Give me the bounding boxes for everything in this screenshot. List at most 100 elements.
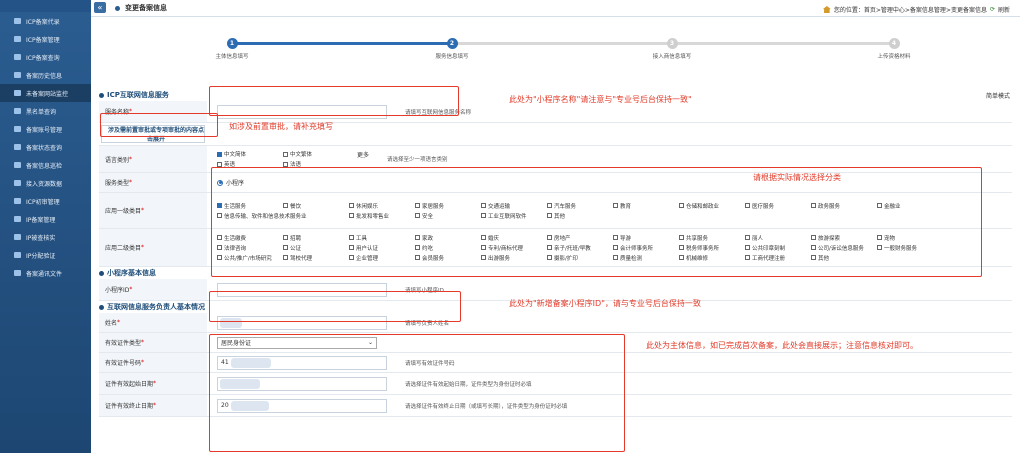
category-checkbox[interactable]: 批发和零售业 bbox=[349, 212, 415, 220]
category-checkbox[interactable]: 公共印章刻制 bbox=[745, 244, 811, 252]
category-checkbox[interactable]: 一般财务服务 bbox=[877, 244, 943, 252]
sidebar-item[interactable]: 黑名单查询 bbox=[0, 102, 91, 120]
row-category1: 应用一级类目 * 生活服务 餐饮 休闲娱乐 家居服务 交通运输 汽车服务 教育 仓储和邮政业 医疗… bbox=[99, 193, 1012, 229]
category-checkbox[interactable]: 餐饮 bbox=[283, 202, 349, 210]
category-checkbox[interactable]: 会员服务 bbox=[415, 254, 481, 262]
category-checkbox[interactable]: 家政 bbox=[415, 234, 481, 242]
sidebar-item[interactable]: IP被查核实 bbox=[0, 228, 91, 246]
sidebar-item[interactable]: ICP备案查询 bbox=[0, 48, 91, 66]
sidebar-item[interactable]: IP备案管理 bbox=[0, 210, 91, 228]
sidebar-item[interactable]: ICP初审管理 bbox=[0, 192, 91, 210]
service-name-input[interactable] bbox=[217, 104, 387, 119]
progress-steps: 1 主体信息填写 2 服务信息填写 3 接入商信息填写 4 上传资格材料 bbox=[99, 17, 1012, 61]
category-checkbox[interactable]: 信息传输、软件和信息技术服务业 bbox=[217, 212, 349, 220]
category-checkbox[interactable]: 仓储和邮政业 bbox=[679, 202, 745, 210]
sidebar-item-label: 备案信息巡检 bbox=[26, 162, 63, 170]
category-checkbox[interactable]: 家居服务 bbox=[415, 202, 481, 210]
sidebar-item[interactable]: ICP备案代录 bbox=[0, 12, 91, 30]
category-checkbox[interactable]: 工具 bbox=[349, 234, 415, 242]
category-checkbox[interactable]: 用户认证 bbox=[349, 244, 415, 252]
service-type-radio[interactable]: 小程序 bbox=[217, 178, 244, 187]
category-checkbox[interactable]: 公证 bbox=[283, 244, 349, 252]
category2-options: 生活缴费 招聘 工具 家政 婚庆 房地产 导游 共享服务 丽人 旅游探索 宠物法律咨询 公证 用户认证约… bbox=[217, 232, 943, 264]
sidebar-item[interactable]: 接入资源数据 bbox=[0, 174, 91, 192]
sidebar-item-label: 未备案网站监控 bbox=[26, 90, 69, 98]
mini-id-input[interactable] bbox=[217, 282, 387, 297]
category-checkbox[interactable]: 导游 bbox=[613, 234, 679, 242]
category-checkbox[interactable]: 丽人 bbox=[745, 234, 811, 242]
category-checkbox[interactable]: 政务服务 bbox=[811, 202, 877, 210]
language-checkbox[interactable]: 英语 bbox=[217, 160, 283, 168]
category-checkbox[interactable]: 宠物 bbox=[877, 234, 943, 242]
sidebar-item[interactable]: 备案状态查询 bbox=[0, 138, 91, 156]
id-end-input[interactable]: 20 bbox=[217, 398, 387, 413]
id-type-select[interactable]: 居民身份证 ⌄ bbox=[217, 336, 377, 349]
sidebar-item[interactable]: 备案账号管理 bbox=[0, 120, 91, 138]
sidebar-item-label: IP备案管理 bbox=[26, 216, 56, 224]
menu-item-icon bbox=[14, 144, 21, 150]
language-checkbox[interactable]: 中文繁体 bbox=[283, 150, 349, 158]
preapproval-expand-button[interactable]: 涉及需前置审批或专项审批的内容点击展开 bbox=[101, 125, 205, 143]
category-checkbox[interactable]: 工业互联网软件 bbox=[481, 212, 547, 220]
step-number: 1 bbox=[226, 38, 238, 49]
category-checkbox[interactable]: 公司/诉讼信息服务 bbox=[811, 244, 877, 252]
category-checkbox[interactable]: 驾校代理 bbox=[283, 254, 349, 262]
category-checkbox[interactable]: 教育 bbox=[613, 202, 679, 210]
category-checkbox[interactable]: 专利/商标代理 bbox=[481, 244, 547, 252]
sidebar-item[interactable]: 备案历史信息 bbox=[0, 66, 91, 84]
category-checkbox[interactable]: 共享服务 bbox=[679, 234, 745, 242]
redacted-value bbox=[230, 357, 271, 368]
category-checkbox[interactable]: 摄影/扩印 bbox=[547, 254, 613, 262]
category-checkbox[interactable]: 旅游探索 bbox=[811, 234, 877, 242]
category-checkbox[interactable]: 安全 bbox=[415, 212, 481, 220]
category-checkbox[interactable]: 生活缴费 bbox=[217, 234, 283, 242]
refresh-link[interactable]: 刷新 bbox=[998, 5, 1010, 14]
id-number-input[interactable]: 41 bbox=[217, 355, 387, 370]
category-checkbox[interactable]: 工商代理注册 bbox=[745, 254, 811, 262]
category-checkbox[interactable]: 会计师事务所 bbox=[613, 244, 679, 252]
category-checkbox[interactable]: 交通运输 bbox=[481, 202, 547, 210]
sidebar-item[interactable]: IP分配验证 bbox=[0, 246, 91, 264]
category-checkbox[interactable]: 出游服务 bbox=[481, 254, 547, 262]
category-checkbox[interactable]: 其他 bbox=[547, 212, 613, 220]
sidebar-item[interactable]: ICP备案管理 bbox=[0, 30, 91, 48]
category-checkbox[interactable]: 质量检测 bbox=[613, 254, 679, 262]
step-label: 服务信息填写 bbox=[435, 54, 469, 60]
collapse-sidebar-icon[interactable]: « bbox=[94, 2, 106, 13]
category-checkbox[interactable]: 税务师事务所 bbox=[679, 244, 745, 252]
language-checkbox[interactable]: 法语 bbox=[283, 160, 349, 168]
annotation-mini-id: 此处为"新增备案小程序ID"，请与专业号后台保持一致 bbox=[509, 299, 701, 308]
refresh-icon[interactable]: ⟳ bbox=[990, 6, 995, 13]
category-checkbox[interactable]: 约吃 bbox=[415, 244, 481, 252]
sidebar-item[interactable]: 未备案网站监控 bbox=[0, 84, 91, 102]
category-checkbox[interactable]: 汽车服务 bbox=[547, 202, 613, 210]
sidebar-item-label: 接入资源数据 bbox=[26, 180, 63, 188]
name-input[interactable] bbox=[217, 315, 387, 330]
language-more-link[interactable]: 更多 bbox=[357, 150, 369, 159]
category-checkbox[interactable]: 金融业 bbox=[877, 202, 943, 210]
category-checkbox[interactable]: 招聘 bbox=[283, 234, 349, 242]
redacted-value bbox=[220, 317, 242, 328]
language-checkbox[interactable]: 中文简体 bbox=[217, 150, 283, 158]
category-checkbox[interactable]: 企业管理 bbox=[349, 254, 415, 262]
category-checkbox[interactable]: 休闲娱乐 bbox=[349, 202, 415, 210]
category-checkbox[interactable]: 法律咨询 bbox=[217, 244, 283, 252]
service-name-hint: 请填写互联网信息服务名称 bbox=[405, 109, 472, 116]
category-checkbox[interactable]: 机械维修 bbox=[679, 254, 745, 262]
sidebar-item-label: ICP备案代录 bbox=[26, 18, 60, 26]
category-checkbox[interactable]: 其他 bbox=[811, 254, 877, 262]
category-checkbox[interactable]: 生活服务 bbox=[217, 202, 283, 210]
sidebar-item[interactable]: 备案通讯文件 bbox=[0, 264, 91, 282]
id-start-input[interactable] bbox=[217, 376, 387, 391]
section-title-mini: 小程序基本信息 bbox=[99, 267, 1012, 279]
simple-mode-link[interactable]: 简单模式 bbox=[986, 91, 1010, 100]
menu-item-icon bbox=[14, 108, 21, 114]
category-checkbox[interactable]: 婚庆 bbox=[481, 234, 547, 242]
home-icon bbox=[822, 6, 831, 13]
sidebar-item[interactable]: 备案信息巡检 bbox=[0, 156, 91, 174]
category-checkbox[interactable]: 公共/推广/市场研究 bbox=[217, 254, 283, 262]
category-checkbox[interactable]: 医疗服务 bbox=[745, 202, 811, 210]
category-checkbox[interactable]: 房地产 bbox=[547, 234, 613, 242]
breadcrumb: 您的位置：首页>管理中心>备案信息管理>变更备案信息 ⟳ 刷新 bbox=[822, 5, 1010, 14]
category-checkbox[interactable]: 亲子/托班/早教 bbox=[547, 244, 613, 252]
